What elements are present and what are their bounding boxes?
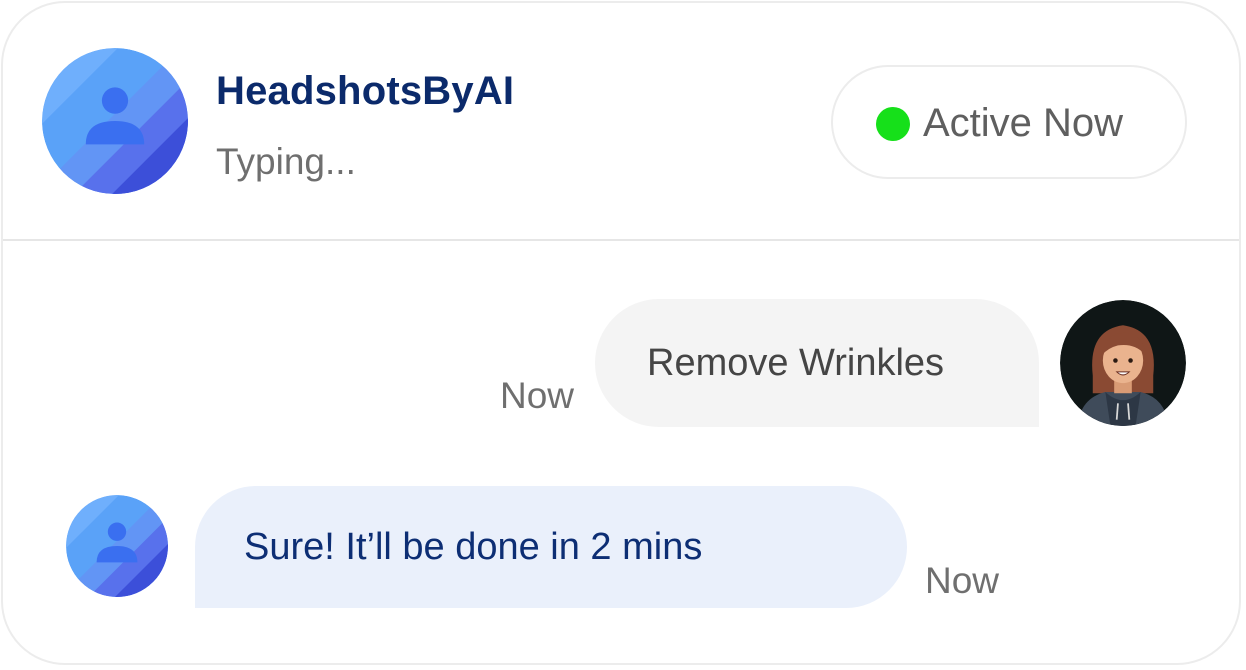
bot-message-avatar [66,495,168,597]
header-divider [3,239,1239,241]
bot-avatar [42,48,188,194]
active-status-badge: Active Now [831,65,1187,179]
user-message-bubble: Remove Wrinkles [595,299,1039,427]
bot-message-time: Now [925,560,1000,601]
bot-message-bubble: Sure! It’ll be done in 2 mins [195,486,907,608]
bot-name: HeadshotsByAI [216,69,515,113]
typing-status: Typing... [216,141,356,182]
person-icon [42,48,188,194]
user-message-text: Remove Wrinkles [647,342,945,384]
bot-message-text: Sure! It’ll be done in 2 mins [244,526,703,568]
active-status-label: Active Now [923,101,1124,145]
user-avatar [1060,300,1186,426]
online-indicator-icon [876,107,910,141]
user-message-time: Now [500,375,575,416]
person-icon [66,495,168,597]
user-avatar-icon [1060,300,1186,426]
chat-card: HeadshotsByAI Typing... Active Now Now R… [1,1,1241,665]
